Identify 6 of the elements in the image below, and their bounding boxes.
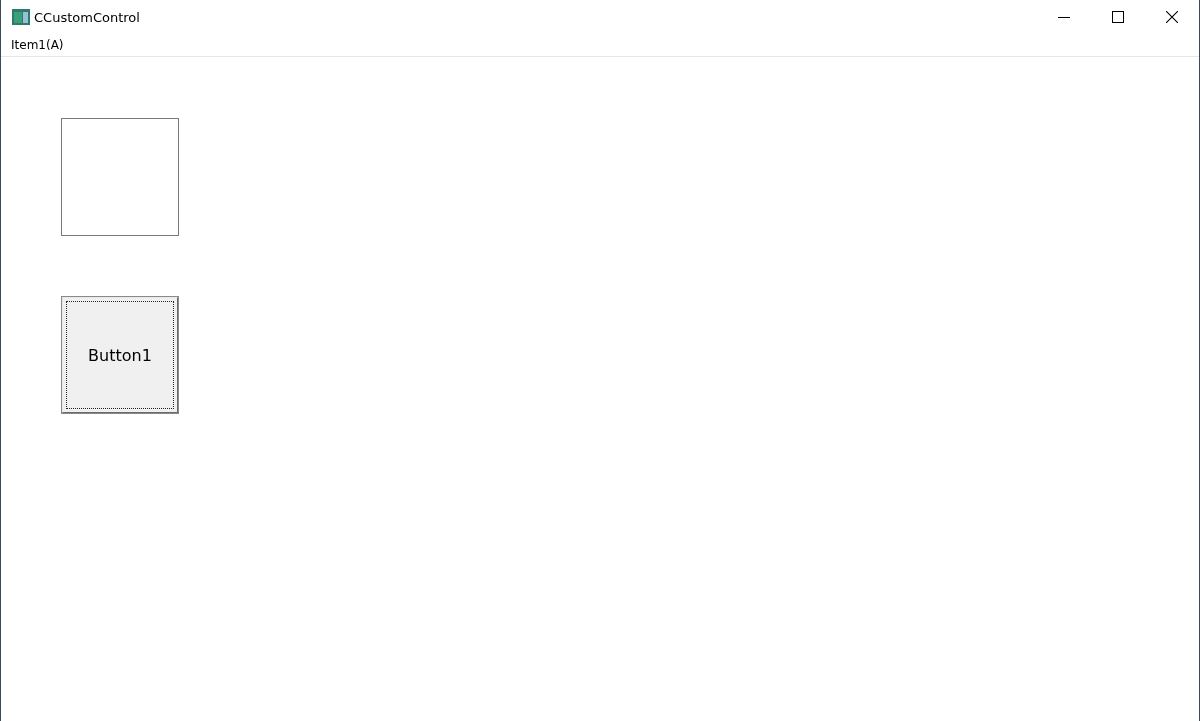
app-icon: [12, 9, 30, 25]
close-icon: [1166, 11, 1178, 23]
menu-item[interactable]: Item1(A): [10, 38, 65, 52]
window-title: CCustomControl: [34, 9, 141, 25]
maximize-icon: [1112, 11, 1124, 23]
push-button[interactable]: Button1: [61, 296, 179, 414]
